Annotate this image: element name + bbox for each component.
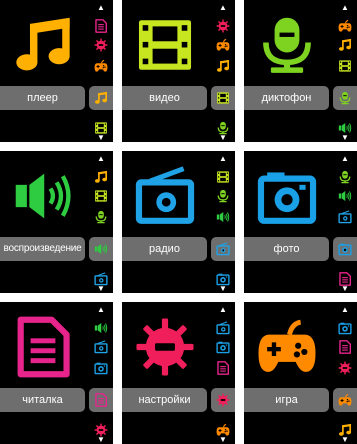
menu-screen: ▲ игра ▼ xyxy=(244,302,357,444)
scroll-up-arrow[interactable]: ▲ xyxy=(337,4,353,12)
scroll-down-arrow[interactable]: ▼ xyxy=(93,285,109,293)
music-note-icon[interactable] xyxy=(215,58,231,74)
scroll-up-arrow[interactable]: ▲ xyxy=(215,155,231,163)
dictaphone-mic-icon xyxy=(256,14,318,76)
speaker-icon[interactable] xyxy=(93,320,109,336)
scroll-down-arrow[interactable]: ▼ xyxy=(337,134,353,142)
menu-screen: ▲ воспроизведение ▼ xyxy=(0,151,113,293)
camera-icon[interactable] xyxy=(337,320,353,336)
menu-item-label[interactable]: игра xyxy=(244,388,329,412)
menu-item-label[interactable]: диктофон xyxy=(244,86,329,110)
gamepad-icon[interactable] xyxy=(215,37,231,53)
speaker-icon xyxy=(12,165,74,227)
selected-menu-item[interactable] xyxy=(211,86,235,110)
scroll-down-arrow[interactable]: ▼ xyxy=(215,436,231,444)
video-film-icon[interactable] xyxy=(337,58,353,74)
selected-menu-item[interactable] xyxy=(89,237,113,261)
settings-gear-icon[interactable] xyxy=(93,37,109,53)
reader-icon[interactable] xyxy=(337,339,353,355)
menu-screen: ▲ видео ▼ xyxy=(122,0,235,142)
reader-icon[interactable] xyxy=(93,18,109,34)
selected-menu-item[interactable] xyxy=(211,388,235,412)
camera-icon xyxy=(256,165,318,227)
music-note-icon xyxy=(12,14,74,76)
scroll-down-arrow[interactable]: ▼ xyxy=(93,134,109,142)
radio-icon xyxy=(134,165,196,227)
menu-item-label[interactable]: плеер xyxy=(0,86,85,110)
menu-screen: ▲ радио ▼ xyxy=(122,151,235,293)
menu-item-label[interactable]: воспроизведение xyxy=(0,237,85,261)
settings-gear-icon xyxy=(134,316,196,378)
scroll-up-arrow[interactable]: ▲ xyxy=(337,306,353,314)
scroll-up-arrow[interactable]: ▲ xyxy=(215,4,231,12)
music-note-icon[interactable] xyxy=(337,37,353,53)
scroll-down-arrow[interactable]: ▼ xyxy=(215,134,231,142)
settings-gear-icon[interactable] xyxy=(215,18,231,34)
video-film-icon[interactable] xyxy=(215,169,231,185)
scroll-up-arrow[interactable]: ▲ xyxy=(337,155,353,163)
menu-item-label[interactable]: настройки xyxy=(122,388,207,412)
scroll-up-arrow[interactable]: ▲ xyxy=(215,306,231,314)
scroll-up-arrow[interactable]: ▲ xyxy=(93,4,109,12)
menu-screen: ▲ плеер ▼ xyxy=(0,0,113,142)
menu-item-label[interactable]: фото xyxy=(244,237,329,261)
menu-screen: ▲ фото ▼ xyxy=(244,151,357,293)
selected-menu-item[interactable] xyxy=(333,237,357,261)
radio-icon[interactable] xyxy=(337,209,353,225)
menu-item-label[interactable]: радио xyxy=(122,237,207,261)
menu-item-label[interactable]: видео xyxy=(122,86,207,110)
gamepad-icon xyxy=(256,316,318,378)
selected-menu-item[interactable] xyxy=(211,237,235,261)
video-film-icon xyxy=(134,14,196,76)
scroll-down-arrow[interactable]: ▼ xyxy=(337,436,353,444)
menu-item-label[interactable]: читалка xyxy=(0,388,85,412)
dictaphone-mic-icon[interactable] xyxy=(215,188,231,204)
scroll-down-arrow[interactable]: ▼ xyxy=(215,285,231,293)
reader-icon xyxy=(12,316,74,378)
radio-icon[interactable] xyxy=(215,320,231,336)
gamepad-icon[interactable] xyxy=(93,58,109,74)
scroll-down-arrow[interactable]: ▼ xyxy=(337,285,353,293)
menu-screen: ▲ читалка ▼ xyxy=(0,302,113,444)
dictaphone-mic-icon[interactable] xyxy=(337,169,353,185)
menu-screen: ▲ настройки ▼ xyxy=(122,302,235,444)
radio-icon[interactable] xyxy=(93,339,109,355)
speaker-icon[interactable] xyxy=(337,188,353,204)
menu-screen: ▲ диктофон ▼ xyxy=(244,0,357,142)
video-film-icon[interactable] xyxy=(93,188,109,204)
selected-menu-item[interactable] xyxy=(333,388,357,412)
camera-icon[interactable] xyxy=(215,339,231,355)
selected-menu-item[interactable] xyxy=(333,86,357,110)
scroll-up-arrow[interactable]: ▲ xyxy=(93,155,109,163)
gamepad-icon[interactable] xyxy=(337,18,353,34)
settings-gear-icon[interactable] xyxy=(337,360,353,376)
scroll-down-arrow[interactable]: ▼ xyxy=(93,436,109,444)
selected-menu-item[interactable] xyxy=(89,388,113,412)
selected-menu-item[interactable] xyxy=(89,86,113,110)
reader-icon[interactable] xyxy=(215,360,231,376)
speaker-icon[interactable] xyxy=(215,209,231,225)
dictaphone-mic-icon[interactable] xyxy=(93,209,109,225)
music-note-icon[interactable] xyxy=(93,169,109,185)
scroll-up-arrow[interactable]: ▲ xyxy=(93,306,109,314)
camera-icon[interactable] xyxy=(93,360,109,376)
